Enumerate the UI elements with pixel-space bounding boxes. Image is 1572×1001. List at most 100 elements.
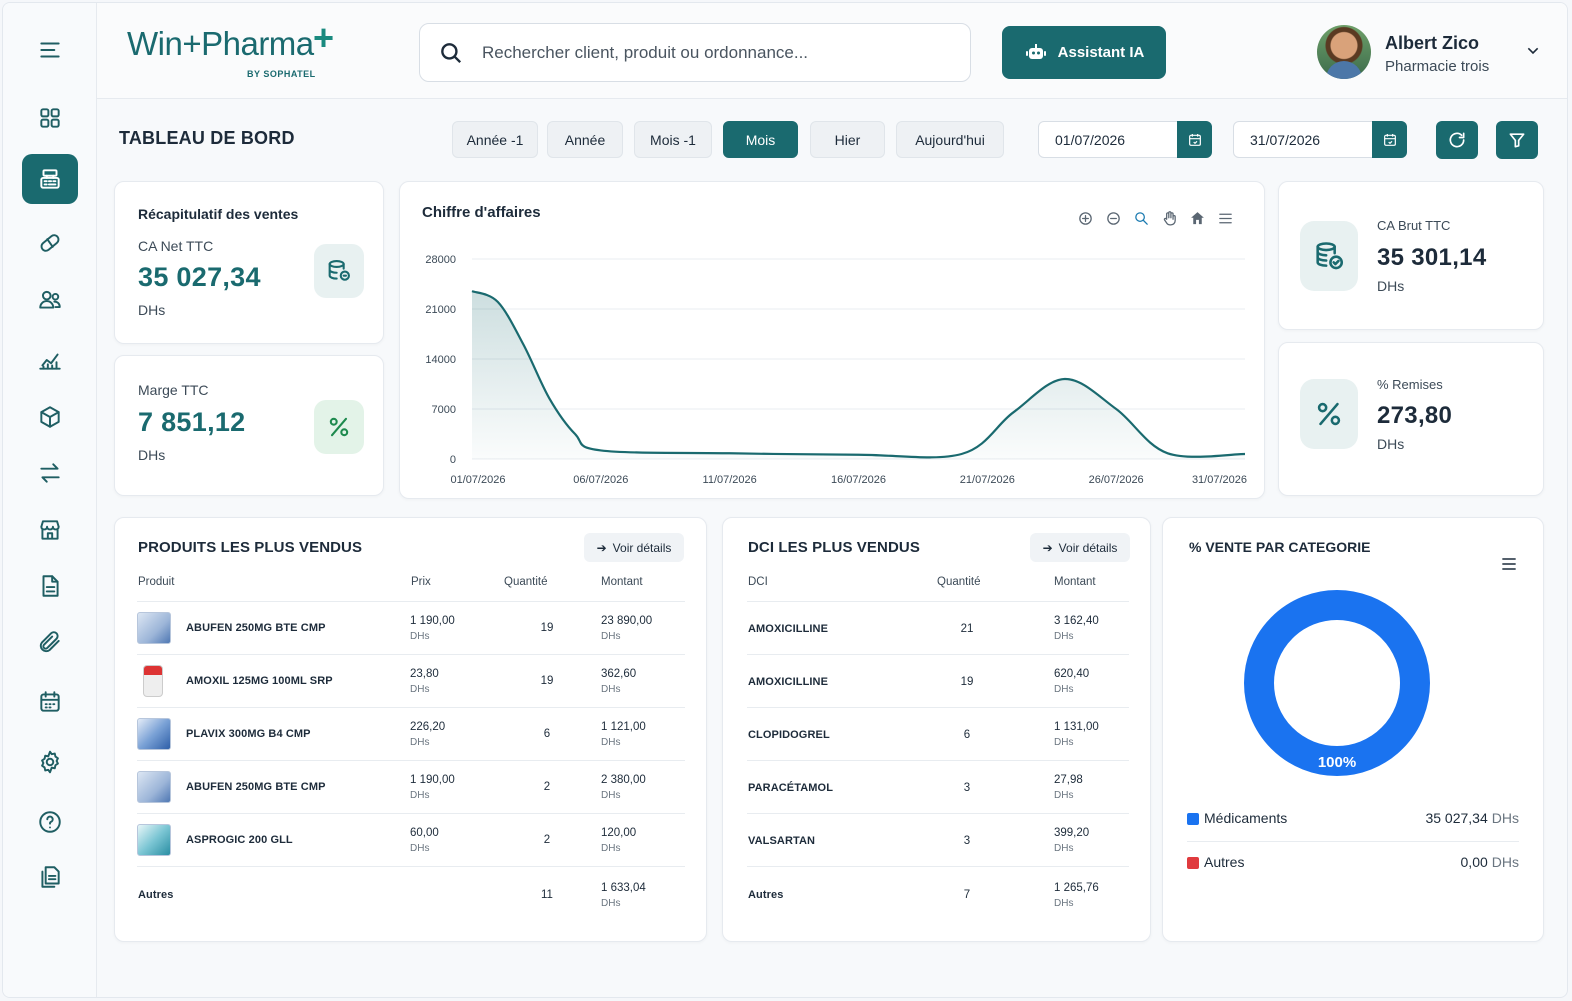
calendar-icon[interactable]: [1372, 121, 1407, 158]
transfer-icon[interactable]: [22, 448, 78, 498]
others-amount: 1 265,76 DHs: [1054, 882, 1099, 909]
user-pharmacy: Pharmacie trois: [1385, 58, 1490, 75]
column-header-amount: Montant: [601, 576, 643, 588]
period-button-yesterday[interactable]: Hier: [810, 121, 885, 158]
search-bar[interactable]: [419, 23, 971, 82]
users-icon[interactable]: [22, 275, 78, 325]
top-dci-details-button[interactable]: ➔ Voir détails: [1030, 533, 1130, 562]
dci-amount: 1 131,00 DHs: [1054, 721, 1099, 748]
gear-icon[interactable]: [22, 737, 78, 787]
net-label: CA Net TTC: [138, 238, 214, 254]
donut-slice[interactable]: [1244, 590, 1430, 776]
details-label: Voir détails: [612, 540, 672, 555]
calendar-icon[interactable]: [1177, 121, 1212, 158]
y-tick-label: 7000: [432, 404, 456, 416]
x-tick-label: 21/07/2026: [960, 474, 1015, 486]
x-tick-label: 01/07/2026: [450, 474, 505, 486]
legend-item-autres[interactable]: Autres 0,00 DHs: [1187, 854, 1519, 874]
legend-item-medicaments[interactable]: Médicaments 35 027,34 DHs: [1187, 810, 1519, 830]
top-dci-title: DCI LES PLUS VENDUS: [748, 539, 920, 556]
percent-icon: [1300, 379, 1358, 449]
category-title: % VENTE PAR CATEGORIE: [1189, 539, 1371, 555]
refresh-button[interactable]: [1436, 121, 1478, 159]
chevron-down-icon[interactable]: [1525, 43, 1541, 59]
help-icon[interactable]: [22, 797, 78, 847]
summary-title: Récapitulatif des ventes: [138, 206, 299, 222]
table-row[interactable]: ASPROGIC 200 GLL 60,00 DHs 2 120,00 DHs: [137, 813, 685, 866]
table-row-others[interactable]: Autres 11 1 633,04 DHs: [137, 866, 685, 919]
product-thumbnail: [143, 665, 163, 697]
top-products-details-button[interactable]: ➔ Voir détails: [584, 533, 684, 562]
store-icon[interactable]: [22, 505, 78, 555]
product-price: 23,80 DHs: [410, 668, 439, 695]
category-donut-chart: 100%: [1244, 590, 1430, 776]
file-copy-icon[interactable]: [22, 852, 78, 902]
date-from-field[interactable]: 01/07/2026: [1038, 121, 1212, 158]
table-row[interactable]: PARACÉTAMOL 3 27,98 DHs: [747, 760, 1129, 813]
others-label: Autres: [138, 889, 174, 901]
margin-card: Marge TTC 7 851,12 DHs: [114, 355, 384, 496]
dci-quantity: 3: [963, 782, 971, 794]
filter-button[interactable]: [1496, 121, 1538, 159]
y-tick-label: 21000: [425, 304, 456, 316]
dci-quantity: 6: [963, 729, 971, 741]
chart-icon[interactable]: [22, 335, 78, 385]
product-price: 1 190,00 DHs: [410, 615, 455, 642]
summary-card: Récapitulatif des ventes CA Net TTC 35 0…: [114, 181, 384, 344]
discount-unit: DHs: [1377, 436, 1405, 452]
paperclip-icon[interactable]: [22, 617, 78, 667]
grid-icon[interactable]: [22, 93, 78, 143]
ai-assistant-label: Assistant IA: [1057, 44, 1145, 61]
top-products-card: PRODUITS LES PLUS VENDUS ➔ Voir détails P…: [114, 517, 707, 942]
table-row[interactable]: AMOXICILLINE 21 3 162,40 DHs: [747, 601, 1129, 654]
product-name: ASPROGIC 200 GLL: [186, 834, 293, 846]
period-button-month[interactable]: Mois: [723, 121, 798, 158]
column-header-dci: DCI: [748, 576, 768, 588]
table-row[interactable]: AMOXIL 125MG 100ML SRP 23,80 DHs 19 362,6…: [137, 654, 685, 707]
cash-register-icon[interactable]: [22, 154, 78, 204]
period-button-year[interactable]: Année: [547, 121, 623, 158]
pill-icon[interactable]: [22, 218, 78, 268]
others-label: Autres: [748, 889, 784, 901]
x-tick-label: 06/07/2026: [573, 474, 628, 486]
dci-name: CLOPIDOGREL: [748, 729, 830, 741]
product-quantity: 19: [540, 622, 554, 634]
period-button-today[interactable]: Aujourd'hui: [896, 121, 1004, 158]
product-thumbnail: [137, 771, 171, 803]
dci-name: AMOXICILLINE: [748, 623, 829, 635]
product-name: ABUFEN 250MG BTE CMP: [186, 622, 326, 634]
calendar-icon[interactable]: [22, 677, 78, 727]
period-button-year-minus-1[interactable]: Année -1: [452, 121, 538, 158]
table-row[interactable]: ABUFEN 250MG BTE CMP 1 190,00 DHs 19 23 8…: [137, 601, 685, 654]
table-row[interactable]: ABUFEN 250MG BTE CMP 1 190,00 DHs 2 2 380…: [137, 760, 685, 813]
menu-icon[interactable]: [22, 25, 78, 75]
product-amount: 120,00 DHs: [601, 827, 637, 854]
user-menu[interactable]: Albert Zico Pharmacie trois: [1317, 25, 1557, 81]
others-quantity: 7: [963, 889, 971, 901]
table-row-others[interactable]: Autres 7 1 265,76 DHs: [747, 866, 1129, 919]
table-row[interactable]: CLOPIDOGREL 6 1 131,00 DHs: [747, 707, 1129, 760]
legend-label: Autres: [1204, 854, 1245, 870]
app-window: Win+Pharma + BY SOPHATEL Assistant IA Al…: [2, 2, 1568, 998]
box-icon[interactable]: [22, 392, 78, 442]
table-row[interactable]: AMOXICILLINE 19 620,40 DHs: [747, 654, 1129, 707]
search-input[interactable]: [482, 42, 942, 63]
dci-amount: 27,98 DHs: [1054, 774, 1083, 801]
column-header-quantity: Quantité: [937, 576, 981, 588]
table-row[interactable]: VALSARTAN 3 399,20 DHs: [747, 813, 1129, 866]
date-to-value: 31/07/2026: [1250, 132, 1321, 148]
period-button-month-minus-1[interactable]: Mois -1: [634, 121, 712, 158]
table-row[interactable]: PLAVIX 300MG B4 CMP 226,20 DHs 6 1 121,00…: [137, 707, 685, 760]
document-icon[interactable]: [22, 561, 78, 611]
gross-revenue-label: CA Brut TTC: [1377, 218, 1451, 233]
date-to-field[interactable]: 31/07/2026: [1233, 121, 1407, 158]
product-quantity: 6: [543, 728, 551, 740]
column-header-amount: Montant: [1054, 576, 1096, 588]
page-title: TABLEAU DE BORD: [119, 128, 295, 148]
others-quantity: 11: [541, 889, 553, 901]
logo-plus: +: [313, 17, 335, 58]
gross-revenue-unit: DHs: [1377, 278, 1405, 294]
ai-assistant-button[interactable]: Assistant IA: [1002, 26, 1166, 79]
dci-quantity: 3: [963, 835, 971, 847]
discount-card: % Remises 273,80 DHs: [1278, 342, 1544, 496]
